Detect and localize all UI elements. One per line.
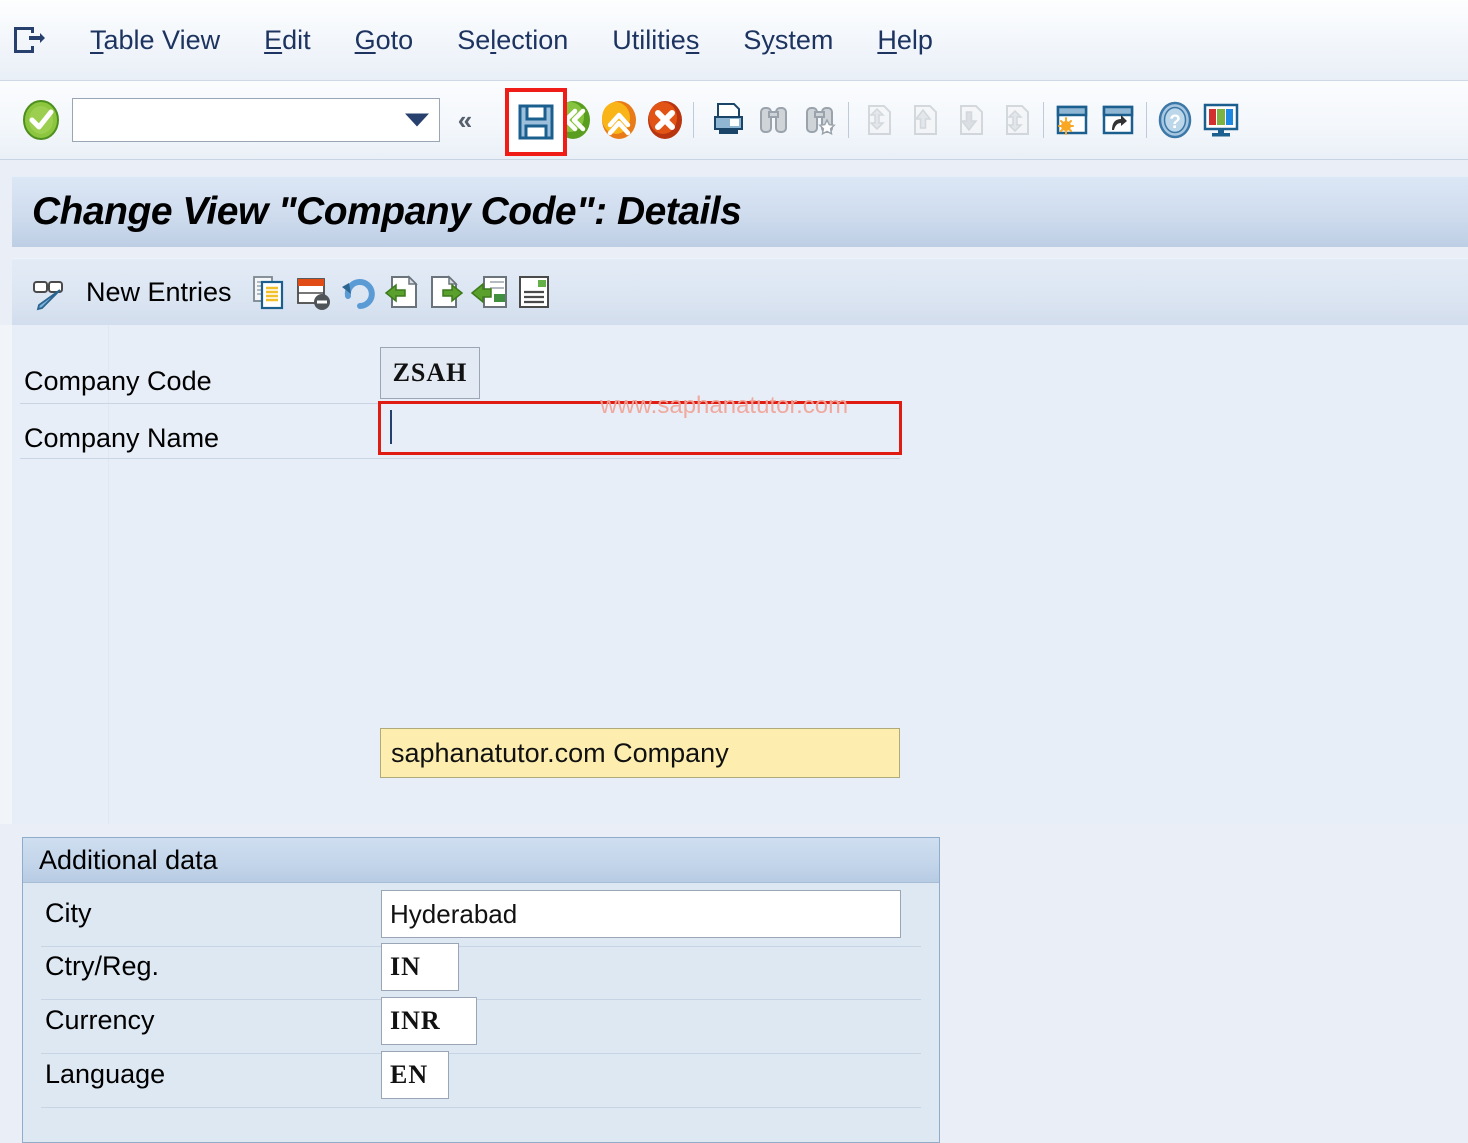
city-input[interactable]	[381, 890, 901, 938]
next-entry-button[interactable]	[424, 270, 468, 314]
system-toolbar: « ?	[0, 81, 1468, 160]
customize-layout-button[interactable]	[1198, 97, 1244, 143]
menu-bar: Table View Edit Goto Selection Utilities…	[0, 0, 1468, 81]
toolbar-separator	[693, 102, 694, 138]
toolbar-separator-3	[1043, 102, 1044, 138]
create-session-button[interactable]	[1049, 97, 1095, 143]
city-row: City	[45, 898, 92, 929]
copy-as-button[interactable]	[248, 270, 292, 314]
exit-button[interactable]	[596, 97, 642, 143]
first-page-button[interactable]	[854, 97, 900, 143]
menu-item-help[interactable]: Help	[855, 25, 955, 56]
sap-gui-window: Table View Edit Goto Selection Utilities…	[0, 0, 1468, 1143]
currency-label: Currency	[45, 1005, 155, 1035]
command-input[interactable]	[73, 100, 402, 140]
glasses-pencil-icon[interactable]	[28, 270, 72, 314]
menu-item-goto[interactable]: Goto	[333, 25, 436, 56]
company-name-input[interactable]	[380, 728, 900, 778]
country-row: Ctry/Reg.	[45, 951, 159, 982]
screen-title-bar: Change View "Company Code": Details	[12, 176, 1468, 247]
application-toolbar: New Entries	[12, 258, 1468, 326]
language-row: Language	[45, 1059, 165, 1090]
menu-item-table-view[interactable]: Table View	[68, 25, 242, 56]
left-margin-strip	[0, 325, 12, 824]
next-page-button[interactable]	[946, 97, 992, 143]
menu-item-utilities[interactable]: Utilities	[590, 25, 721, 56]
text-cursor	[390, 410, 392, 444]
svg-text:?: ?	[1169, 112, 1181, 133]
group-row-separator-3	[41, 1053, 921, 1054]
toolbar-separator-2	[848, 102, 849, 138]
new-entries-button[interactable]: New Entries	[86, 277, 232, 308]
country-input[interactable]	[381, 943, 459, 991]
group-row-separator-2	[41, 999, 921, 1000]
enter-button[interactable]	[18, 97, 64, 143]
menu-item-table-view-label: able View	[103, 24, 221, 55]
group-row-separator-4	[41, 1107, 921, 1108]
previous-entry-button[interactable]	[380, 270, 424, 314]
double-chevron-left-icon: «	[457, 105, 473, 135]
triangle-down-icon[interactable]	[405, 113, 429, 127]
additional-data-title: Additional data	[39, 844, 218, 875]
last-page-button[interactable]	[992, 97, 1038, 143]
cancel-button[interactable]	[642, 97, 688, 143]
menu-item-selection[interactable]: Selection	[435, 25, 590, 56]
currency-row: Currency	[45, 1005, 155, 1036]
sap-document-icon[interactable]	[10, 22, 46, 58]
company-code-field: ZSAH	[380, 347, 480, 399]
details-button[interactable]	[512, 270, 556, 314]
toolbar-separator-4	[1146, 102, 1147, 138]
create-shortcut-button[interactable]	[1095, 97, 1141, 143]
command-field-wrapper[interactable]	[72, 98, 440, 142]
row-separator-1	[20, 403, 900, 404]
group-row-separator-1	[41, 946, 921, 947]
city-label: City	[45, 898, 92, 928]
detail-form-area: Company Code ZSAH Company Name Additiona…	[0, 325, 1468, 1143]
previous-page-button[interactable]	[900, 97, 946, 143]
undo-button[interactable]	[336, 270, 380, 314]
row-separator-2	[20, 458, 900, 459]
menu-item-system[interactable]: System	[721, 25, 855, 56]
additional-data-header: Additional data	[23, 838, 939, 883]
collapse-toolbar-button[interactable]: «	[446, 97, 480, 143]
menu-item-edit[interactable]: Edit	[242, 25, 333, 56]
find-next-button[interactable]	[797, 97, 843, 143]
help-button[interactable]: ?	[1152, 97, 1198, 143]
other-entry-button[interactable]	[468, 270, 512, 314]
language-label: Language	[45, 1059, 166, 1089]
language-input[interactable]	[381, 1051, 449, 1099]
print-button[interactable]	[705, 97, 751, 143]
currency-input[interactable]	[381, 997, 477, 1045]
country-label: Ctry/Reg.	[45, 951, 160, 981]
delete-button[interactable]	[292, 270, 336, 314]
additional-data-group: Additional data City Ctry/Reg. Currency	[22, 837, 940, 1143]
company-code-label: Company Code	[24, 365, 212, 396]
save-button[interactable]	[505, 88, 567, 156]
page-title: Change View "Company Code": Details	[32, 190, 742, 233]
company-name-label: Company Name	[24, 422, 220, 453]
find-button[interactable]	[751, 97, 797, 143]
